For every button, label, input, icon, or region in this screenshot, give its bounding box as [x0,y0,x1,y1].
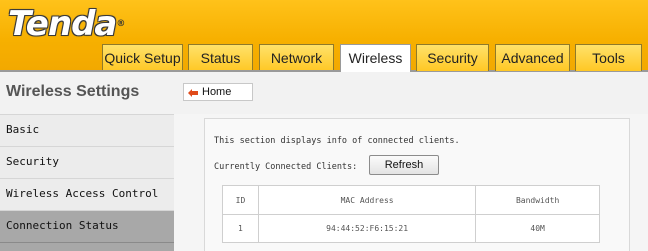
cell-mac: 94:44:52:F6:15:21 [257,214,477,243]
cell-bandwidth: 40M [475,214,600,243]
tab-status[interactable]: Status [188,44,253,71]
tab-label: Tools [592,50,625,66]
tab-security[interactable]: Security [416,44,489,71]
tab-quick-setup[interactable]: Quick Setup [102,44,183,71]
sidebar-item-label: Basic [6,123,40,136]
connected-clients-label: Currently Connected Clients: [214,162,358,172]
sidebar-item-wireless-access-control[interactable]: Wireless Access Control [0,178,174,210]
column-header-bandwidth: Bandwidth [475,185,600,215]
sidebar-divider [0,242,174,251]
tab-network[interactable]: Network [259,44,334,71]
tab-tools[interactable]: Tools [575,44,642,71]
table-header-row: ID MAC Address Bandwidth [222,185,600,215]
sidebar-item-basic[interactable]: Basic [0,114,174,146]
sidebar-item-label: Security [6,155,59,168]
column-header-mac: MAC Address [257,185,477,215]
sidebar-item-security[interactable]: Security [0,146,174,178]
tab-label: Quick Setup [104,50,181,66]
tenda-logo: Tenda® [8,4,125,44]
sidebar-title: Wireless Settings [0,72,174,114]
sidebar-item-label: Wireless Access Control [6,187,159,200]
refresh-button[interactable]: Refresh [369,155,439,175]
cell-id: 1 [222,214,259,243]
tab-advanced[interactable]: Advanced [495,44,570,71]
registered-mark: ® [116,19,125,29]
table-row: 1 94:44:52:F6:15:21 40M [222,214,600,243]
tab-label: Wireless [348,50,403,66]
tab-label: Network [270,50,323,66]
tab-label: Advanced [501,50,564,66]
tab-label: Security [427,50,478,66]
home-icon [188,89,198,97]
logo-text: Tenda [8,4,117,44]
sidebar-item-label: Connection Status [6,219,119,232]
tab-wireless[interactable]: Wireless [340,44,411,72]
clients-table: ID MAC Address Bandwidth 1 94:44:52:F6:1… [222,185,600,243]
tab-label: Status [200,50,241,66]
column-header-id: ID [222,185,259,215]
home-label: Home [202,86,232,98]
info-text: This section displays info of connected … [214,136,460,146]
home-button[interactable]: Home [183,83,253,101]
sidebar-item-connection-status[interactable]: Connection Status [0,210,174,242]
